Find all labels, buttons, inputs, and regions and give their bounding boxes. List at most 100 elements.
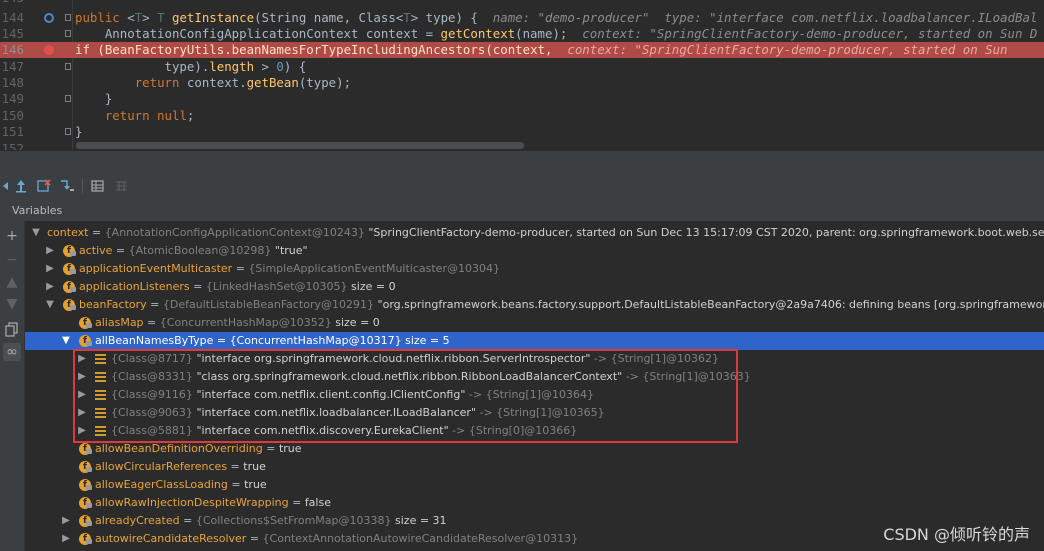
code-editor[interactable]: 143 144public <T> T getInstance(String na…	[0, 0, 1044, 150]
variable-row[interactable]: f allowRawInjectionDespiteWrapping = fals…	[25, 494, 1044, 512]
variable-row[interactable]: ▶ {Class@9063} "interface com.netflix.loa…	[25, 404, 1044, 422]
variable-text: allBeanNamesByType = {ConcurrentHashMap@…	[95, 332, 450, 350]
code-line[interactable]: 149 }	[0, 91, 1044, 107]
code-token: name: "demo-producer" type: "interface c…	[492, 10, 1038, 25]
move-down-icon[interactable]: ▼	[3, 295, 21, 313]
code-token: 0	[276, 59, 284, 74]
run-to-cursor-icon[interactable]	[58, 177, 76, 195]
variable-row[interactable]: ▼ f allBeanNamesByType = {ConcurrentHashMa…	[25, 332, 1044, 350]
code-token: T	[403, 10, 411, 25]
equals-sign: =	[288, 496, 305, 509]
expand-arrow-right-icon[interactable]: ▶	[77, 368, 87, 386]
code-token: context: "SpringClientFactory-demo-produ…	[582, 26, 1038, 41]
code-line[interactable]: 150 return null;	[0, 108, 1044, 124]
drop-frame-icon[interactable]	[35, 177, 53, 195]
variable-name: allBeanNamesByType	[95, 334, 214, 347]
move-up-icon[interactable]: ▲	[3, 273, 21, 291]
code-token: return null	[104, 108, 187, 123]
variable-row[interactable]: ▶ {Class@9116} "interface com.netflix.cli…	[25, 386, 1044, 404]
line-number: 147	[1, 59, 24, 74]
variable-text: {Class@9063} "interface com.netflix.load…	[111, 404, 605, 422]
variable-ref: {SimpleApplicationEventMulticaster@10304…	[248, 262, 500, 275]
code-token: context: "SpringClientFactory-demo-produ…	[567, 42, 1008, 57]
code-token: ) {	[283, 59, 307, 74]
code-text: type).length > 0) {	[75, 59, 307, 75]
expand-arrow-right-icon[interactable]: ▶	[61, 512, 71, 530]
code-line[interactable]: 143	[0, 0, 1044, 6]
variable-ref: {Class@8331}	[111, 370, 193, 383]
variable-row[interactable]: f allowEagerClassLoading = true	[25, 476, 1044, 494]
variable-name: allowEagerClassLoading	[95, 478, 228, 491]
code-line[interactable]: 152	[0, 141, 1044, 150]
variable-row[interactable]: f allowCircularReferences = true	[25, 458, 1044, 476]
line-number: 145	[1, 26, 24, 41]
code-token: getBean	[246, 75, 299, 90]
expand-arrow-right-icon[interactable]: ▶	[45, 242, 55, 260]
step-out-icon[interactable]	[12, 177, 30, 195]
variable-row[interactable]: f allowBeanDefinitionOverriding = true	[25, 440, 1044, 458]
variable-value: "org.springframework.beans.factory.suppo…	[377, 298, 1044, 311]
map-entry-value: -> {String[1]@10364}	[468, 388, 594, 401]
expand-arrow-right-icon[interactable]: ▶	[77, 422, 87, 440]
fold-marker-icon[interactable]	[65, 63, 71, 70]
code-token: getInstance	[172, 10, 255, 25]
code-line[interactable]: 144 public <T> T getInstance(String name,…	[0, 10, 1044, 26]
code-line[interactable]: 147 type).length > 0) {	[0, 59, 1044, 75]
variable-row[interactable]: ▶ f applicationEventMulticaster = {SimpleA…	[25, 260, 1044, 278]
expand-arrow-right-icon[interactable]: ▶	[61, 530, 71, 548]
variable-row[interactable]: ▶ f active = {AtomicBoolean@10298} "true"	[25, 242, 1044, 260]
code-token: (type);	[298, 75, 352, 90]
expand-arrow-right-icon[interactable]: ▶	[45, 260, 55, 278]
expand-arrow-right-icon[interactable]: ▶	[77, 350, 87, 368]
variable-value: true	[244, 478, 267, 491]
variable-value: "SpringClientFactory-demo-producer, star…	[368, 226, 1044, 239]
expand-arrow-right-icon[interactable]: ▶	[77, 386, 87, 404]
variable-text: {Class@5881} "interface com.netflix.disc…	[111, 422, 577, 440]
variable-name: active	[79, 244, 113, 257]
fold-marker-icon[interactable]	[65, 30, 71, 37]
breakpoint-icon[interactable]	[44, 45, 54, 55]
layout-grid-icon[interactable]	[113, 177, 131, 195]
lock-icon	[86, 503, 92, 508]
variable-row[interactable]: ▶ {Class@8331} "class org.springframework…	[25, 368, 1044, 386]
watermark: CSDN @倾听铃的声	[883, 525, 1030, 544]
field-icon: f	[79, 533, 92, 545]
variable-row[interactable]: ▶ f applicationListeners = {LinkedHashSet@…	[25, 278, 1044, 296]
copy-icon[interactable]	[3, 320, 21, 338]
evaluate-table-icon[interactable]	[89, 177, 107, 195]
code-line[interactable]: 148 return context.getBean(type);	[0, 75, 1044, 91]
fold-marker-icon[interactable]	[65, 128, 71, 135]
variable-value: size = 0	[351, 280, 396, 293]
panel-divider[interactable]	[0, 150, 1044, 173]
fold-marker-icon[interactable]	[65, 95, 71, 102]
add-watch-icon[interactable]: +	[3, 227, 21, 245]
field-icon: f	[79, 479, 92, 491]
remove-watch-icon[interactable]: −	[3, 251, 21, 269]
variable-value: "interface org.springframework.cloud.net…	[196, 352, 591, 365]
code-line[interactable]: 146 if (BeanFactoryUtils.beanNamesForType…	[0, 42, 1044, 58]
variable-row[interactable]: ▶ {Class@5881} "interface com.netflix.dis…	[25, 422, 1044, 440]
expand-arrow-right-icon[interactable]: ▶	[77, 404, 87, 422]
method-breakpoint-icon[interactable]	[44, 13, 54, 23]
code-text: public <T> T getInstance(String name, Cl…	[75, 10, 1037, 26]
field-icon: f	[79, 461, 92, 473]
code-line[interactable]: 151}	[0, 124, 1044, 140]
variable-ref: {ContextAnnotationAutowireCandidateResol…	[262, 532, 579, 545]
field-icon: f	[79, 317, 92, 329]
field-icon: f	[79, 335, 92, 347]
variable-row[interactable]: ▶ {Class@8717} "interface org.springframe…	[25, 350, 1044, 368]
variable-row[interactable]: f aliasMap = {ConcurrentHashMap@10352} si…	[25, 314, 1044, 332]
map-entry-value: -> {String[0]@10366}	[452, 424, 578, 437]
expand-arrow-down-icon[interactable]: ▼	[31, 224, 41, 242]
expand-arrow-down-icon[interactable]: ▼	[45, 296, 55, 314]
show-watches-infinity-icon[interactable]: ∞	[3, 343, 21, 361]
lock-icon	[86, 467, 92, 472]
variable-value: size = 0	[335, 316, 380, 329]
fold-marker-icon[interactable]	[65, 14, 71, 21]
expand-arrow-right-icon[interactable]: ▶	[45, 278, 55, 296]
variable-row[interactable]: ▼ context = {AnnotationConfigApplicationC…	[25, 224, 1044, 242]
code-line[interactable]: 145 AnnotationConfigApplicationContext c…	[0, 26, 1044, 42]
expand-arrow-down-icon[interactable]: ▼	[61, 332, 71, 350]
variable-row[interactable]: ▼ f beanFactory = {DefaultListableBeanFact…	[25, 296, 1044, 314]
map-entry-value: -> {String[1]@10363}	[625, 370, 751, 383]
